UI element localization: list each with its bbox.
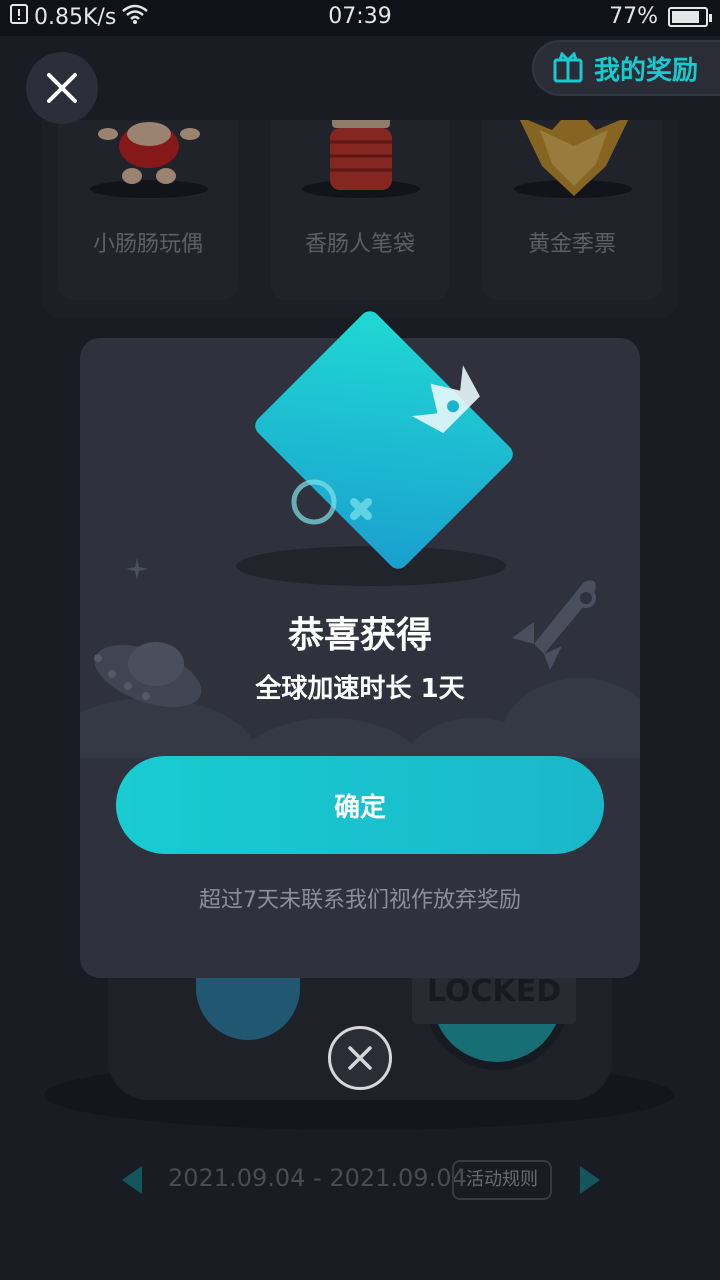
- screen: 0.85K/s 07:39 77% 小肠肠玩偶 香肠人笔袋 黄金季票 我的奖励 …: [0, 0, 720, 1280]
- reward-description: 全球加速时长 1天: [255, 674, 465, 704]
- my-rewards-button[interactable]: 我的奖励: [532, 40, 720, 96]
- modal-title: 恭喜获得: [287, 615, 432, 656]
- my-rewards-label: 我的奖励: [594, 55, 699, 86]
- battery-icon: [668, 6, 712, 27]
- status-bar: 0.85K/s 07:39 77%: [0, 0, 720, 36]
- acceleration-card-image: [255, 311, 513, 569]
- confirm-button[interactable]: 确定: [116, 756, 604, 854]
- gift-box-icon: [553, 52, 583, 83]
- close-button[interactable]: [26, 52, 98, 124]
- status-right: 77%: [609, 4, 712, 29]
- modal-close-button[interactable]: [328, 1026, 392, 1090]
- star-icon: [126, 558, 148, 580]
- close-icon: [47, 73, 77, 103]
- close-icon: [348, 1046, 372, 1070]
- reward-note: 超过7天未联系我们视作放弃奖励: [199, 888, 521, 913]
- battery-percent: 77%: [609, 4, 658, 29]
